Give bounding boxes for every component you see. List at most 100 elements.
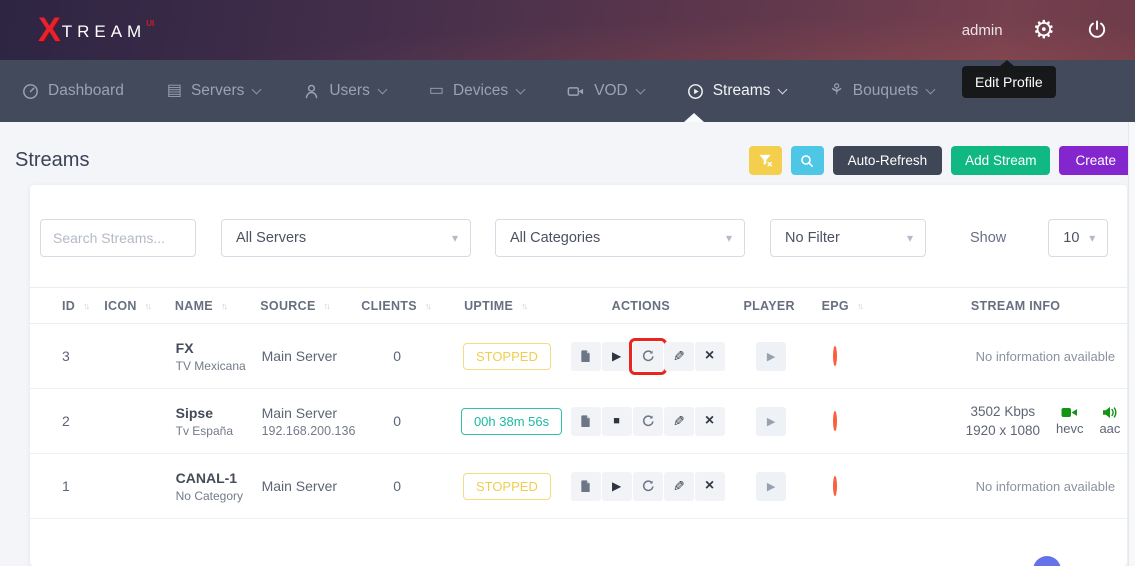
nav-item-vod[interactable]: VOD xyxy=(567,82,644,100)
edit-icon: ✎ xyxy=(673,348,685,365)
nav-item-devices[interactable]: ▭ Devices xyxy=(429,82,524,100)
stream-uptime-cell: STOPPED xyxy=(469,343,571,370)
epg-status-icon[interactable] xyxy=(833,346,837,366)
logout-button[interactable] xyxy=(1085,18,1109,42)
caret-down-icon: ▾ xyxy=(907,231,913,245)
stop-button[interactable]: ■ xyxy=(602,407,632,436)
nav-label: Devices xyxy=(453,82,508,100)
scrollbar[interactable] xyxy=(1128,122,1135,566)
sort-icon: ↑↓ xyxy=(425,301,430,311)
stream-source-cell: Main Server 192.168.200.136 xyxy=(262,405,364,438)
edit-button[interactable]: ✎ xyxy=(664,472,694,501)
col-id[interactable]: ID↑↓ xyxy=(62,299,104,313)
table-row: 2 Sipse Tv España Main Server 192.168.20… xyxy=(30,389,1127,454)
copy-button[interactable] xyxy=(571,407,601,436)
copy-button[interactable] xyxy=(571,342,601,371)
category-select-value: All Categories xyxy=(510,230,600,246)
video-codec-block: hevc xyxy=(1056,406,1083,436)
source-server: Main Server xyxy=(262,405,364,421)
epg-status-icon[interactable] xyxy=(833,411,837,431)
gear-icon: ⚙ xyxy=(1033,15,1055,45)
play-icon: ▶ xyxy=(767,350,775,363)
delete-button[interactable]: × xyxy=(695,472,725,501)
col-source[interactable]: SOURCE↑↓ xyxy=(260,299,361,313)
dashboard-icon xyxy=(22,83,39,100)
settings-button[interactable]: ⚙ xyxy=(1033,15,1055,45)
copy-button[interactable] xyxy=(571,472,601,501)
status-badge: STOPPED xyxy=(463,473,551,500)
auto-refresh-button[interactable]: Auto-Refresh xyxy=(833,146,943,175)
edit-button[interactable]: ✎ xyxy=(664,342,694,371)
player-play-button[interactable]: ▶ xyxy=(756,342,786,371)
epg-cell xyxy=(825,348,890,364)
clear-filter-button[interactable] xyxy=(749,146,782,175)
edit-button[interactable]: ✎ xyxy=(664,407,694,436)
col-epg[interactable]: EPG↑↓ xyxy=(822,299,886,313)
stream-name-cell: CANAL-1 No Category xyxy=(176,470,262,503)
page-size-select[interactable]: 10 ▾ xyxy=(1048,219,1108,257)
restart-button[interactable] xyxy=(633,407,663,436)
filter-select[interactable]: No Filter ▾ xyxy=(770,219,926,257)
search-icon xyxy=(800,154,814,168)
nav-item-servers[interactable]: ▤ Servers xyxy=(167,82,261,100)
player-cell: ▶ xyxy=(746,342,825,371)
audio-codec-icon xyxy=(1102,406,1117,419)
col-uptime[interactable]: UPTIME↑↓ xyxy=(464,299,565,313)
delete-button[interactable]: × xyxy=(695,342,725,371)
nav-item-dashboard[interactable]: Dashboard xyxy=(22,82,124,100)
logo-text: TREAM xyxy=(62,22,147,42)
audio-codec-label: aac xyxy=(1099,421,1120,436)
stream-resolution: 1920 x 1080 xyxy=(966,421,1040,440)
stream-actions-cell: ▶ ✎ × xyxy=(571,342,747,371)
topbar: X TREAM UI admin ⚙ xyxy=(0,0,1135,60)
server-select[interactable]: All Servers ▾ xyxy=(221,219,471,257)
nav-label: Users xyxy=(329,82,369,100)
search-button[interactable] xyxy=(791,146,824,175)
username[interactable]: admin xyxy=(962,22,1003,39)
category-select[interactable]: All Categories ▾ xyxy=(495,219,745,257)
stream-source-cell: Main Server xyxy=(262,478,364,494)
player-play-button[interactable]: ▶ xyxy=(756,472,786,501)
epg-status-icon[interactable] xyxy=(833,476,837,496)
caret-down-icon: ▾ xyxy=(1089,231,1095,245)
start-button[interactable]: ▶ xyxy=(602,472,632,501)
create-button[interactable]: Create xyxy=(1059,146,1132,175)
video-codec-icon xyxy=(1061,406,1078,419)
nav-item-streams[interactable]: Streams xyxy=(687,82,787,100)
server-select-value: All Servers xyxy=(236,230,306,246)
col-name[interactable]: NAME↑↓ xyxy=(175,299,260,313)
filter-x-icon xyxy=(758,153,773,168)
close-icon: × xyxy=(705,347,714,365)
play-icon: ▶ xyxy=(612,349,621,363)
nav-item-users[interactable]: Users xyxy=(303,82,385,100)
delete-button[interactable]: × xyxy=(695,407,725,436)
player-cell: ▶ xyxy=(746,472,825,501)
table-row: 3 FX TV Mexicana Main Server 0 STOPPED ▶ xyxy=(30,324,1127,389)
nav-label: Streams xyxy=(713,82,771,100)
nav-item-bouquets[interactable]: ⚘ Bouquets xyxy=(829,82,934,100)
stream-name: Sipse xyxy=(176,405,262,421)
copy-icon xyxy=(579,349,592,363)
stream-category: TV Mexicana xyxy=(176,359,262,373)
search-input[interactable] xyxy=(40,219,196,257)
col-clients[interactable]: CLIENTS↑↓ xyxy=(361,299,464,313)
table-header: ID↑↓ ICON↑↓ NAME↑↓ SOURCE↑↓ CLIENTS↑↓ UP… xyxy=(30,287,1127,324)
chevron-down-icon xyxy=(516,84,526,94)
app-logo[interactable]: X TREAM UI xyxy=(38,15,154,45)
add-stream-button[interactable]: Add Stream xyxy=(951,146,1050,175)
close-icon: × xyxy=(705,412,714,430)
col-icon[interactable]: ICON↑↓ xyxy=(104,299,175,313)
chevron-down-icon xyxy=(252,84,262,94)
edit-icon: ✎ xyxy=(673,478,685,495)
refresh-icon xyxy=(641,479,655,493)
start-button[interactable]: ▶ xyxy=(602,342,632,371)
restart-button-highlighted[interactable] xyxy=(633,342,663,371)
source-server: Main Server xyxy=(262,478,364,494)
col-player: PLAYER xyxy=(742,299,822,313)
player-play-button[interactable]: ▶ xyxy=(756,407,786,436)
restart-button[interactable] xyxy=(633,472,663,501)
epg-cell xyxy=(825,413,890,429)
chevron-down-icon xyxy=(635,84,645,94)
epg-cell xyxy=(825,478,890,494)
bouquet-icon: ⚘ xyxy=(829,83,843,99)
